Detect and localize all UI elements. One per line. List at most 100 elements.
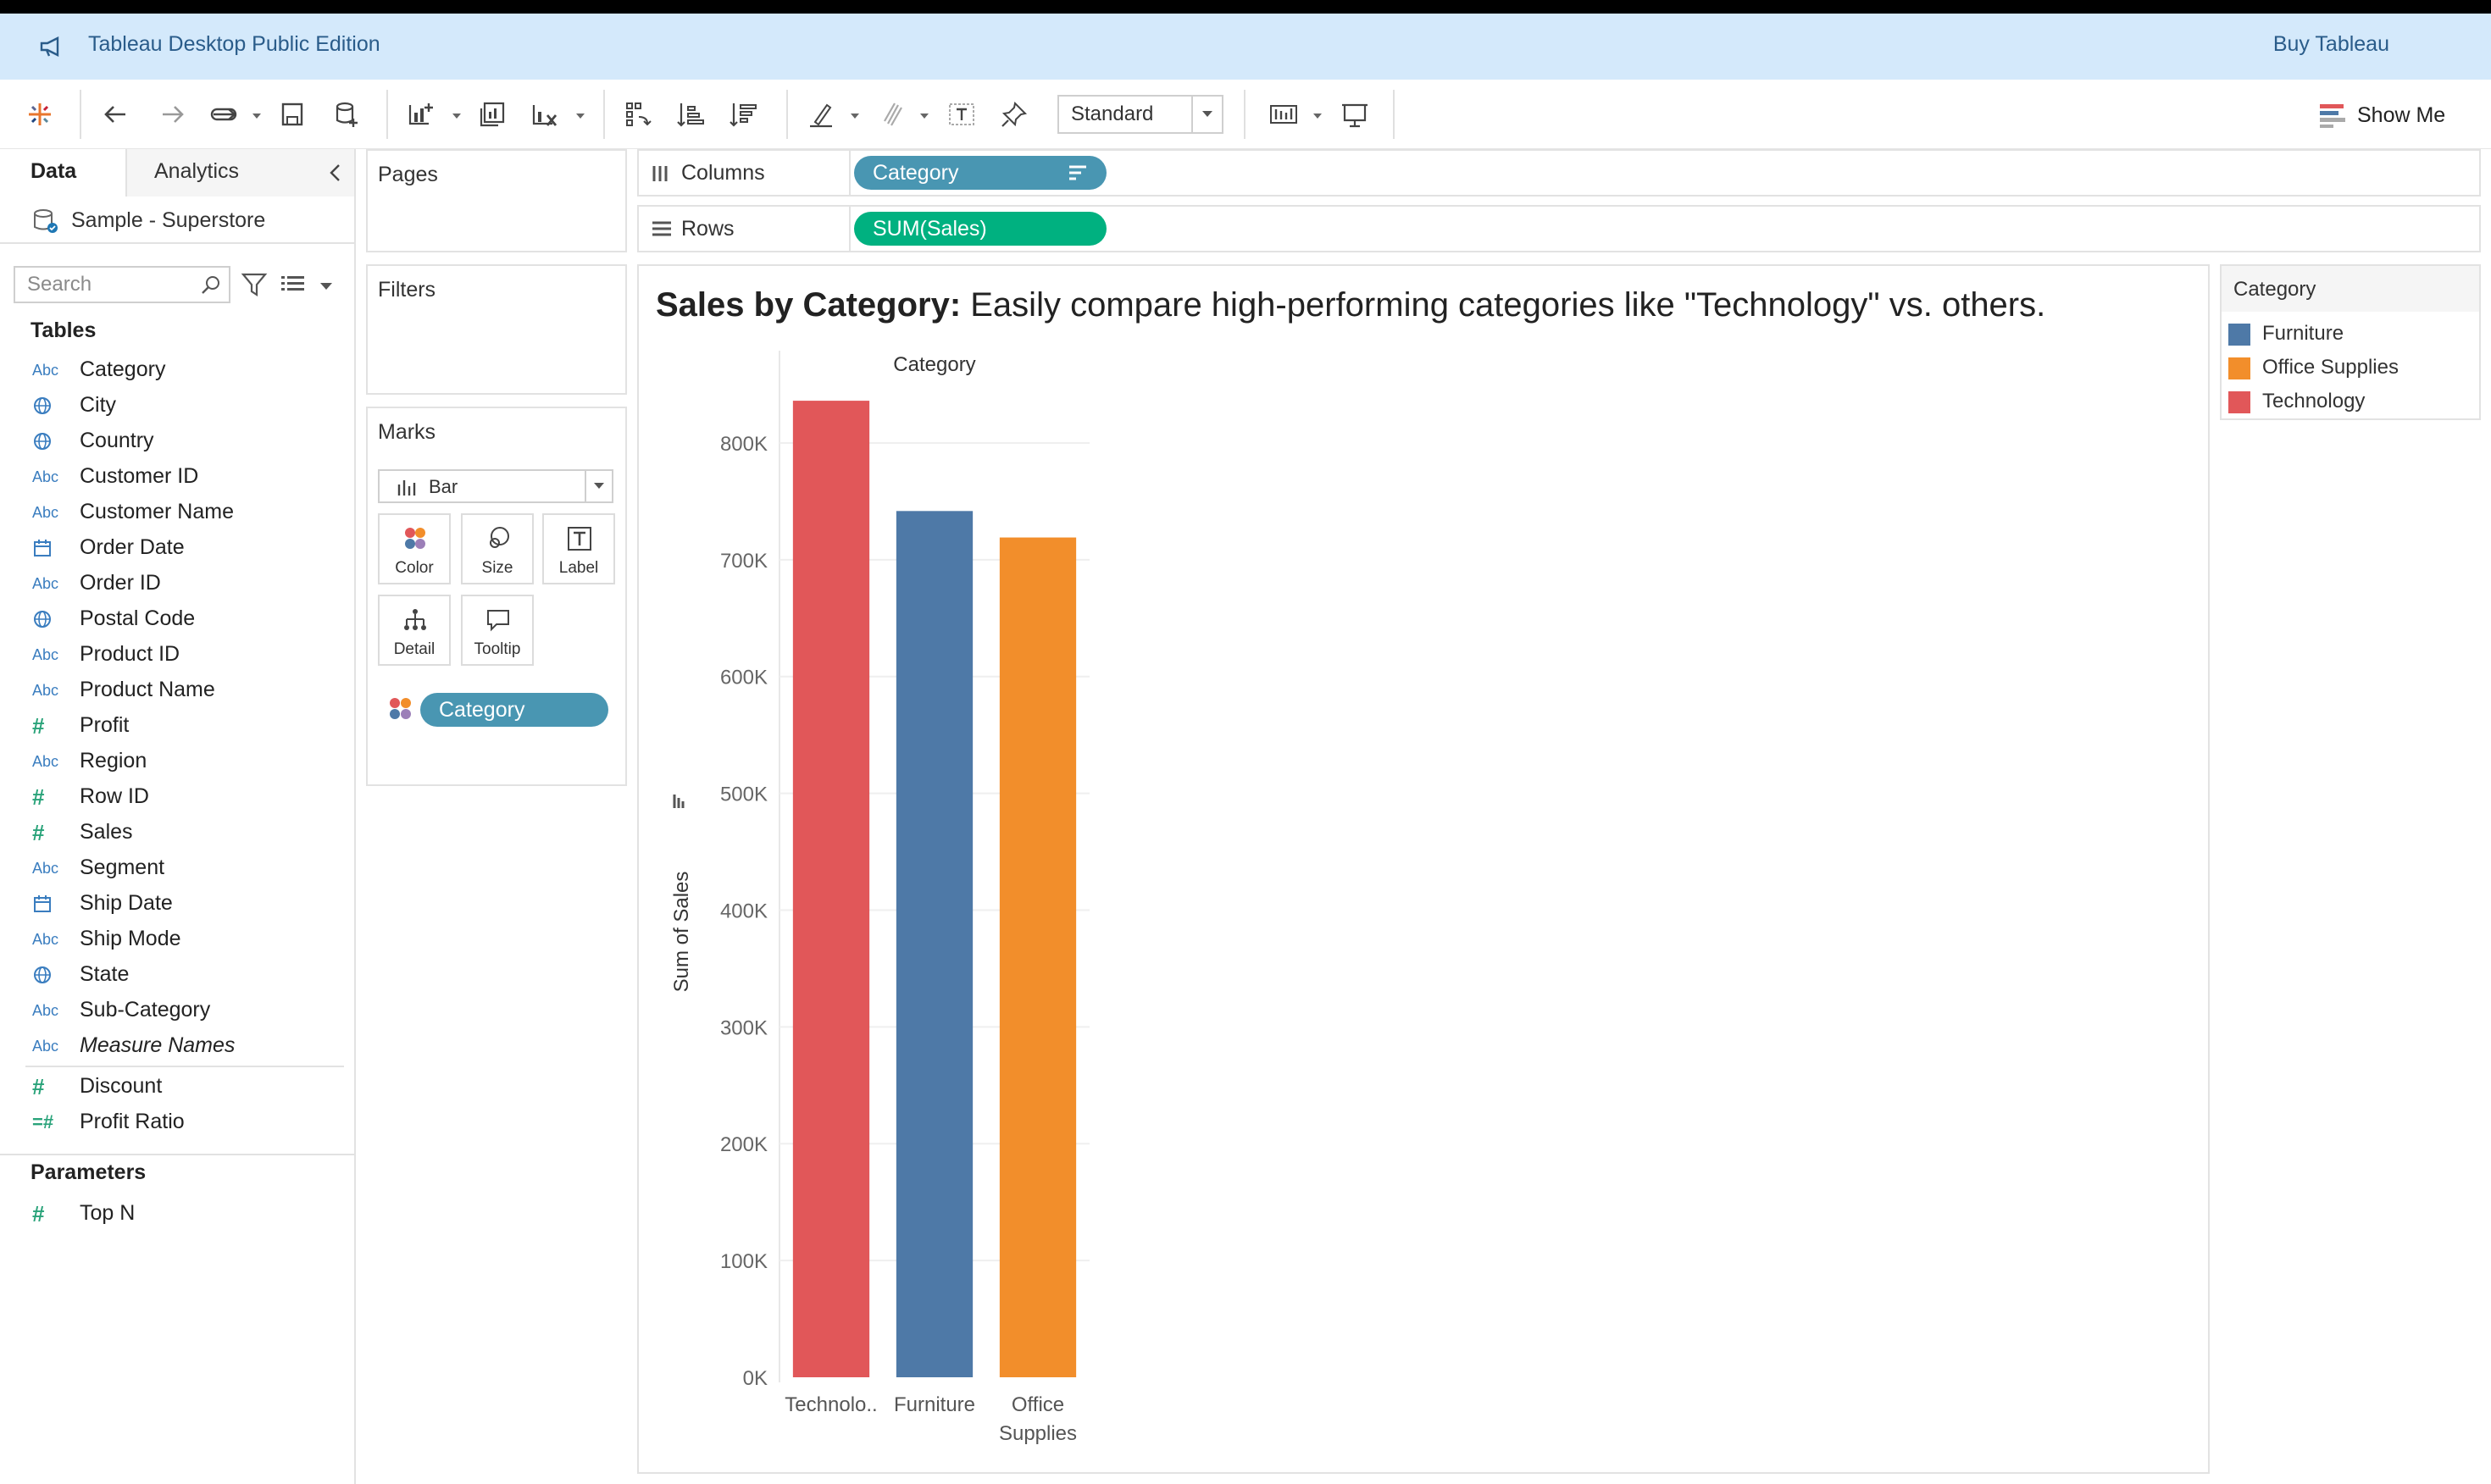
field-item[interactable]: Country <box>0 424 354 459</box>
field-search[interactable] <box>14 266 230 303</box>
field-item[interactable]: Abc Segment <box>0 850 354 886</box>
tableau-logo-icon[interactable] <box>24 97 56 132</box>
field-item[interactable]: Abc Sub-Category <box>0 993 354 1028</box>
pages-title: Pages <box>378 163 438 186</box>
field-item[interactable]: Abc Measure Names <box>0 1028 354 1064</box>
field-name: Postal Code <box>80 606 196 630</box>
undo-icon[interactable] <box>100 97 132 132</box>
clear-sheet-icon[interactable] <box>529 97 561 132</box>
number-type-icon: # <box>32 1200 45 1227</box>
pin-axes-icon[interactable] <box>998 97 1030 132</box>
presentation-mode-icon[interactable] <box>1339 97 1371 132</box>
shelf-separator <box>849 207 851 251</box>
field-item[interactable]: Ship Date <box>0 886 354 922</box>
rows-shelf[interactable]: Rows SUM(Sales) <box>637 205 2481 252</box>
sort-ascending-icon[interactable] <box>674 97 707 132</box>
search-icon[interactable] <box>200 274 222 296</box>
columns-icon <box>652 166 668 181</box>
field-item[interactable]: =# Profit Ratio <box>0 1105 354 1140</box>
show-me-button[interactable]: Show Me <box>2320 98 2445 132</box>
field-item[interactable]: # Profit <box>0 708 354 744</box>
field-item[interactable]: Abc Product ID <box>0 637 354 673</box>
legend-item[interactable]: Technology <box>2228 386 2474 417</box>
field-item[interactable]: Order Date <box>0 530 354 566</box>
new-datasource-icon[interactable] <box>330 97 363 132</box>
legend-item[interactable]: Furniture <box>2228 318 2474 349</box>
rows-sum-sales-pill[interactable]: SUM(Sales) <box>854 212 1107 246</box>
chevron-down-icon[interactable] <box>1191 97 1222 132</box>
legend-item[interactable]: Office Supplies <box>2228 352 2474 383</box>
field-item[interactable]: Abc Customer ID <box>0 459 354 495</box>
columns-shelf[interactable]: Columns Category <box>637 149 2481 197</box>
tab-analytics[interactable]: Analytics <box>127 149 354 197</box>
duplicate-sheet-icon[interactable] <box>476 97 508 132</box>
group-members-icon[interactable] <box>876 97 908 132</box>
x-tick-label: Office <box>1012 1393 1064 1416</box>
new-worksheet-dropdown-caret[interactable] <box>452 114 461 119</box>
replay-icon[interactable] <box>208 97 241 132</box>
redo-icon[interactable] <box>156 97 188 132</box>
field-item[interactable]: Abc Product Name <box>0 673 354 708</box>
field-item[interactable]: # Top N <box>0 1196 354 1232</box>
field-item[interactable]: # Sales <box>0 815 354 850</box>
sort-descending-icon[interactable] <box>727 97 759 132</box>
label-mark-button[interactable]: Label <box>542 513 615 584</box>
field-item[interactable]: Abc Region <box>0 744 354 779</box>
field-type-icon: Abc <box>32 679 66 701</box>
sort-descending-icon[interactable] <box>1068 164 1088 181</box>
field-item[interactable]: Abc Order ID <box>0 566 354 601</box>
field-type-icon: # <box>32 820 66 845</box>
show-cards-icon[interactable] <box>1268 97 1300 132</box>
y-tick-label: 400K <box>720 900 768 922</box>
detail-mark-button[interactable]: Detail <box>378 595 451 666</box>
field-item[interactable]: City <box>0 388 354 424</box>
group-dropdown-caret[interactable] <box>920 114 929 119</box>
buy-tableau-link[interactable]: Buy Tableau <box>2273 32 2389 57</box>
size-mark-button[interactable]: Size <box>461 513 534 584</box>
show-mark-labels-icon[interactable] <box>946 97 978 132</box>
search-input[interactable] <box>15 268 193 302</box>
field-item[interactable]: Postal Code <box>0 601 354 637</box>
save-icon[interactable] <box>276 97 308 132</box>
view-options-caret[interactable] <box>320 283 332 290</box>
field-item[interactable]: # Row ID <box>0 779 354 815</box>
y-tick-label: 300K <box>720 1016 768 1039</box>
fit-mode-select[interactable]: Standard <box>1057 95 1223 134</box>
bar-mark-icon <box>397 480 416 496</box>
field-item[interactable]: Abc Customer Name <box>0 495 354 530</box>
legend-swatch <box>2228 391 2250 413</box>
clear-sheet-dropdown-caret[interactable] <box>576 114 585 119</box>
chevron-down-icon[interactable] <box>585 471 612 501</box>
detail-icon <box>404 609 426 630</box>
swap-rows-columns-icon[interactable] <box>622 97 654 132</box>
filter-icon[interactable] <box>241 271 268 298</box>
highlight-dropdown-caret[interactable] <box>851 114 859 119</box>
field-type-icon: # <box>32 1200 66 1227</box>
highlight-icon[interactable] <box>805 97 837 132</box>
show-cards-dropdown-caret[interactable] <box>1313 114 1322 119</box>
field-type-icon: # <box>32 1074 66 1099</box>
replay-dropdown-caret[interactable] <box>252 114 261 119</box>
field-item[interactable]: Abc Ship Mode <box>0 922 354 957</box>
field-item[interactable]: State <box>0 957 354 993</box>
mark-type-select[interactable]: Bar <box>378 469 613 503</box>
filters-card[interactable]: Filters <box>366 264 627 395</box>
pages-card[interactable]: Pages <box>366 149 627 252</box>
globe-icon <box>34 966 51 983</box>
datasource-item[interactable]: Sample - Superstore <box>0 197 354 244</box>
tab-data[interactable]: Data <box>0 149 127 197</box>
field-name: Segment <box>80 856 165 879</box>
legend-label: Furniture <box>2262 322 2344 345</box>
tooltip-label: Tooltip <box>474 640 521 658</box>
tooltip-mark-button[interactable]: Tooltip <box>461 595 534 666</box>
new-worksheet-icon[interactable] <box>405 97 437 132</box>
chevron-left-icon[interactable] <box>327 163 344 183</box>
field-item[interactable]: Abc Category <box>0 352 354 388</box>
color-mark-button[interactable]: Color <box>378 513 451 584</box>
view-options-icon[interactable] <box>280 273 307 296</box>
number-type-icon: # <box>32 712 45 739</box>
field-item[interactable]: # Discount <box>0 1069 354 1105</box>
color-category-pill[interactable]: Category <box>420 693 608 727</box>
color-icon <box>405 528 425 549</box>
columns-category-pill[interactable]: Category <box>854 156 1107 190</box>
